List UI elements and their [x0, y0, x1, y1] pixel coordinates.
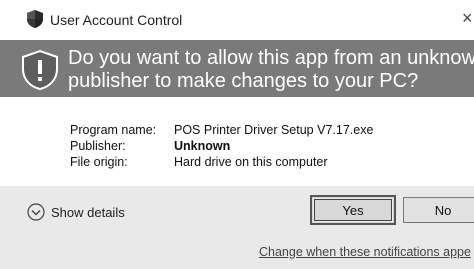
dialog-footer: Show details Yes No Change when these no…: [0, 186, 474, 269]
uac-shield-icon: [27, 10, 43, 28]
program-name-row: Program name: POS Printer Driver Setup V…: [70, 122, 373, 138]
file-origin-label: File origin:: [70, 155, 128, 169]
chevron-down-circle-icon: [27, 203, 45, 221]
program-info: Program name: POS Printer Driver Setup V…: [70, 122, 373, 170]
banner-line-2: publisher to make changes to your PC?: [68, 70, 419, 92]
show-details-label: Show details: [51, 204, 125, 220]
shield-warning-icon: [22, 50, 58, 90]
change-notifications-link[interactable]: Change when these notifications appe: [259, 245, 471, 259]
publisher-row: Publisher: Unknown: [70, 138, 373, 154]
title-bar: User Account Control ×: [0, 0, 474, 40]
publisher-label: Publisher:: [70, 139, 126, 153]
warning-banner: Do you want to allow this app from an un…: [0, 40, 474, 97]
yes-button[interactable]: Yes: [310, 195, 396, 225]
close-icon[interactable]: ×: [462, 8, 473, 28]
file-origin-value: Hard drive on this computer: [174, 155, 328, 169]
yes-focus-border: [314, 199, 392, 221]
no-label: No: [434, 202, 452, 218]
banner-question: Do you want to allow this app from an un…: [68, 47, 474, 93]
publisher-value: Unknown: [174, 139, 231, 153]
file-origin-row: File origin: Hard drive on this computer: [70, 154, 373, 170]
window-title: User Account Control: [50, 12, 183, 28]
banner-line-1: Do you want to allow this app from an un…: [68, 47, 474, 69]
show-details-toggle[interactable]: Show details: [27, 203, 125, 221]
no-button[interactable]: No: [403, 197, 474, 223]
program-name-value: POS Printer Driver Setup V7.17.exe: [174, 123, 374, 137]
program-name-label: Program name:: [70, 123, 157, 137]
